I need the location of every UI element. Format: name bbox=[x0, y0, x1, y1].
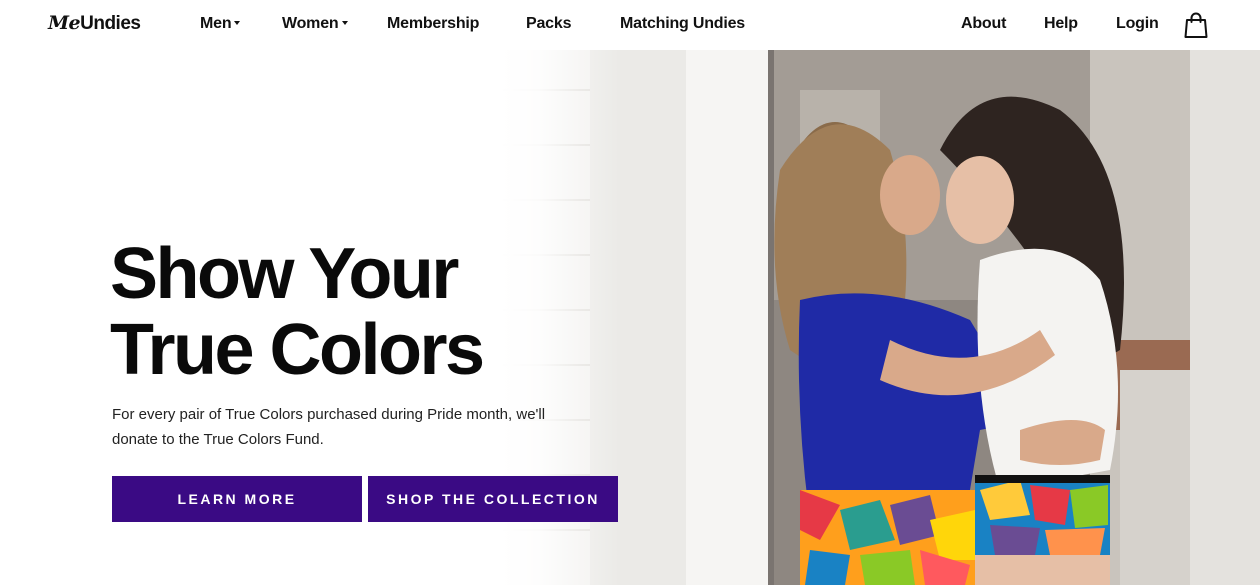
nav-item-packs[interactable]: Packs bbox=[526, 15, 571, 33]
nav-item-matching-undies[interactable]: Matching Undies bbox=[620, 15, 745, 33]
nav-item-women[interactable]: Women bbox=[282, 15, 348, 33]
hero-subtext: For every pair of True Colors purchased … bbox=[112, 406, 546, 448]
nav-item-help[interactable]: Help bbox=[1044, 15, 1078, 33]
nav-item-about[interactable]: About bbox=[961, 15, 1006, 33]
hero-banner: Show Your True Colors For every pair of … bbox=[0, 50, 1260, 585]
nav-item-membership[interactable]: Membership bbox=[387, 15, 479, 33]
nav-item-login[interactable]: Login bbox=[1116, 15, 1159, 33]
shop-the-collection-button[interactable]: SHOP THE COLLECTION bbox=[368, 476, 618, 522]
shopping-bag-icon[interactable] bbox=[1184, 12, 1208, 38]
learn-more-button[interactable]: LEARN MORE bbox=[112, 476, 362, 522]
chevron-down-icon bbox=[341, 20, 348, 25]
chevron-down-icon bbox=[234, 20, 241, 25]
hero-headline: Show Your True Colors bbox=[110, 234, 485, 390]
top-navigation: MeUndies Men Women Membership Packs Matc… bbox=[0, 0, 1260, 50]
meundies-logo[interactable]: MeUndies bbox=[48, 12, 141, 35]
nav-item-men[interactable]: Men bbox=[200, 15, 241, 33]
